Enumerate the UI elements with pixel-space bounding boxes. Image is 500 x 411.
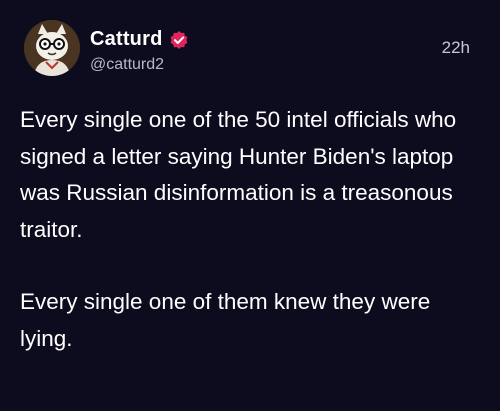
post-body: Every single one of the 50 intel officia… <box>20 102 480 357</box>
post-timestamp[interactable]: 22h <box>442 38 470 58</box>
author-name-row[interactable]: Catturd <box>90 28 189 51</box>
verified-badge-icon <box>169 30 189 50</box>
post-paragraph: Every single one of the 50 intel officia… <box>20 107 457 242</box>
post-paragraph: Every single one of them knew they were … <box>20 289 431 351</box>
post-card: Catturd @catturd2 22h Every single one o… <box>0 0 500 411</box>
author-handle[interactable]: @catturd2 <box>90 56 164 74</box>
cartoon-cat-avatar-icon <box>24 20 80 76</box>
post-header: Catturd @catturd2 22h <box>20 16 480 82</box>
avatar[interactable] <box>24 20 80 76</box>
display-name[interactable]: Catturd <box>90 28 163 51</box>
